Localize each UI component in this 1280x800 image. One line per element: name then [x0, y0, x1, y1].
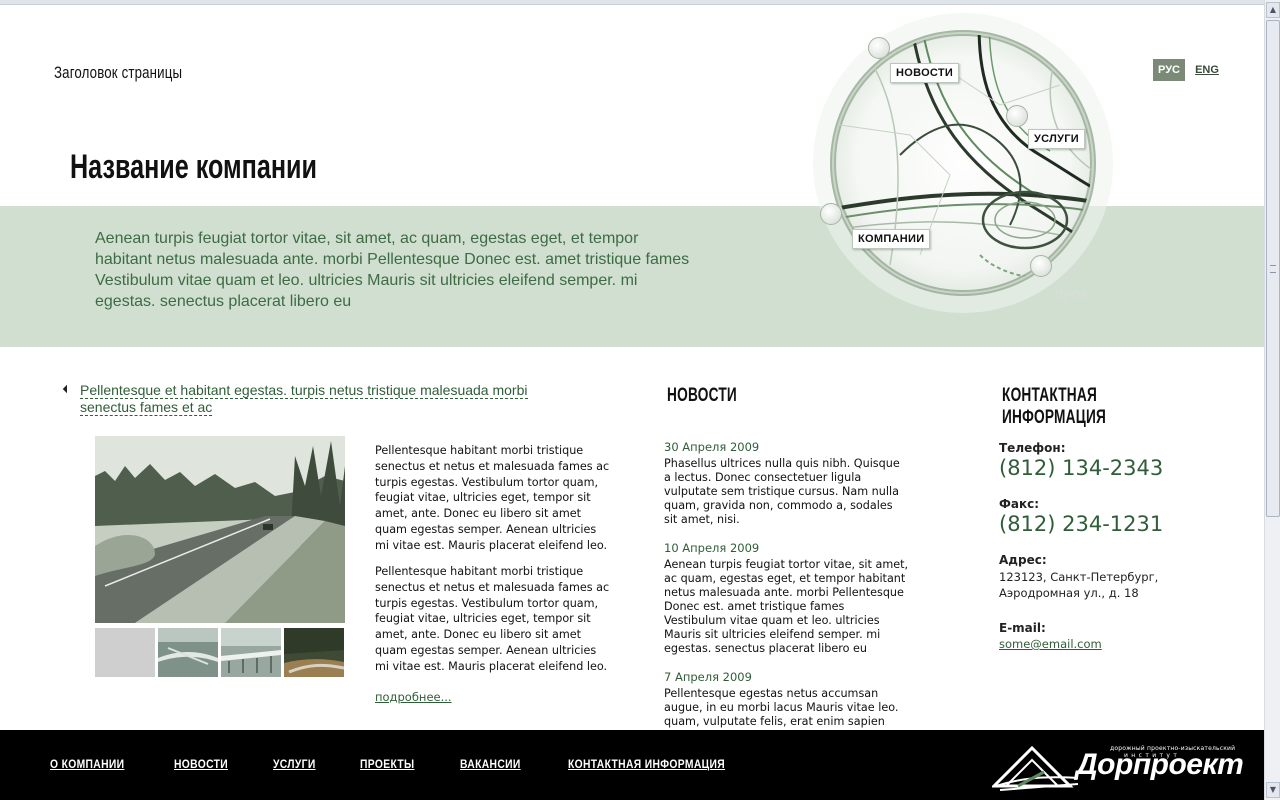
map-news-marker [868, 37, 890, 59]
news-list: 30 Апреля 2009 Phasellus ultrices nulla … [664, 440, 909, 733]
lang-ru-button[interactable]: РУС [1153, 59, 1185, 81]
lang-en-link[interactable]: ENG [1194, 59, 1220, 81]
map-link-services[interactable]: УСЛУГИ [1028, 129, 1086, 149]
article-paragraph-1: Pellentesque habitant morbi tristique se… [375, 444, 610, 552]
phone-number: (812) 134-2343 [999, 456, 1164, 480]
email-link[interactable]: some@email.com [999, 637, 1102, 651]
fax-number: (812) 234-1231 [999, 512, 1164, 536]
scroll-down-icon[interactable]: ▼ [1266, 782, 1280, 798]
map-services-marker [1006, 105, 1028, 127]
news-text: Pellentesque egestas netus accumsan augu… [664, 687, 899, 733]
logo-mark-icon [990, 745, 1079, 791]
address-label: Адрес: [999, 553, 1047, 567]
map-menu: НОВОСТИ УСЛУГИ КОМПАНИИ ПРОЕ [800, 5, 1140, 347]
logo-name: Дорпроект [1076, 748, 1244, 781]
footer-nav: О КОМПАНИИ НОВОСТИ УСЛУГИ ПРОЕКТЫ ВАКАНС… [50, 757, 787, 771]
fax-label: Факс: [999, 497, 1040, 511]
article-paragraph-2: Pellentesque habitant morbi tristique se… [375, 565, 610, 673]
news-item: 30 Апреля 2009 Phasellus ultrices nulla … [664, 440, 909, 527]
news-heading: НОВОСТИ [667, 385, 737, 406]
gallery-thumbnail-1[interactable] [95, 628, 155, 677]
company-logo[interactable]: дорожный проектно-изыскательский институ… [990, 738, 1244, 794]
address-text: 123123, Санкт-Петербург, Аэродромная ул.… [999, 570, 1159, 600]
email-label: E-mail: [999, 621, 1046, 635]
phone-label: Телефон: [999, 441, 1066, 455]
article-title-link[interactable]: Pellentesque et habitant egestas. turpis… [80, 382, 580, 416]
footer-link-contacts[interactable]: КОНТАКТНАЯ ИНФОРМАЦИЯ [568, 757, 725, 771]
news-item: 7 Апреля 2009 Pellentesque egestas netus… [664, 670, 909, 733]
bullet-icon [62, 384, 72, 394]
news-date[interactable]: 10 Апреля 2009 [664, 541, 909, 555]
news-date[interactable]: 30 Апреля 2009 [664, 440, 909, 454]
news-date[interactable]: 7 Апреля 2009 [664, 670, 909, 684]
map-link-company[interactable]: КОМПАНИИ [852, 229, 931, 249]
company-name: Название компании [70, 148, 317, 186]
footer-link-projects[interactable]: ПРОЕКТЫ [360, 757, 414, 771]
footer-link-vacancies[interactable]: ВАКАНСИИ [460, 757, 521, 771]
main-road-photo [95, 436, 345, 623]
page-heading: Заголовок страницы [54, 63, 183, 82]
news-item: 10 Апреля 2009 Aenean turpis feugiat tor… [664, 541, 909, 656]
scroll-up-icon[interactable]: ▲ [1266, 2, 1280, 18]
map-link-news[interactable]: НОВОСТИ [890, 63, 960, 83]
map-company-marker [820, 203, 842, 225]
vertical-scrollbar[interactable]: ▲ ▼ [1264, 0, 1280, 800]
article-title-text[interactable]: Pellentesque et habitant egestas. turpis… [80, 382, 528, 416]
gallery-thumbnail-4[interactable] [284, 628, 344, 677]
intro-text: Aenean turpis feugiat tortor vitae, sit … [95, 230, 690, 310]
scrollbar-thumb[interactable] [1266, 20, 1280, 517]
footer-link-services[interactable]: УСЛУГИ [273, 757, 316, 771]
news-text: Aenean turpis feugiat tortor vitae, sit … [664, 558, 909, 655]
footer: О КОМПАНИИ НОВОСТИ УСЛУГИ ПРОЕКТЫ ВАКАНС… [0, 730, 1264, 800]
read-more-link[interactable]: подробнее... [375, 690, 452, 704]
news-text: Phasellus ultrices nulla quis nibh. Quis… [664, 457, 900, 526]
footer-link-news[interactable]: НОВОСТИ [174, 757, 228, 771]
contacts-heading: КОНТАКТНАЯ ИНФОРМАЦИЯ [1002, 385, 1107, 428]
map-projects-marker [1030, 255, 1052, 277]
scrollbar-grip-icon [1270, 265, 1276, 273]
gallery-thumbnail-2[interactable] [158, 628, 218, 677]
gallery-thumbnail-3[interactable] [221, 628, 281, 677]
footer-link-about[interactable]: О КОМПАНИИ [50, 757, 124, 771]
map-link-projects[interactable]: ПРОЕ [1050, 285, 1095, 305]
